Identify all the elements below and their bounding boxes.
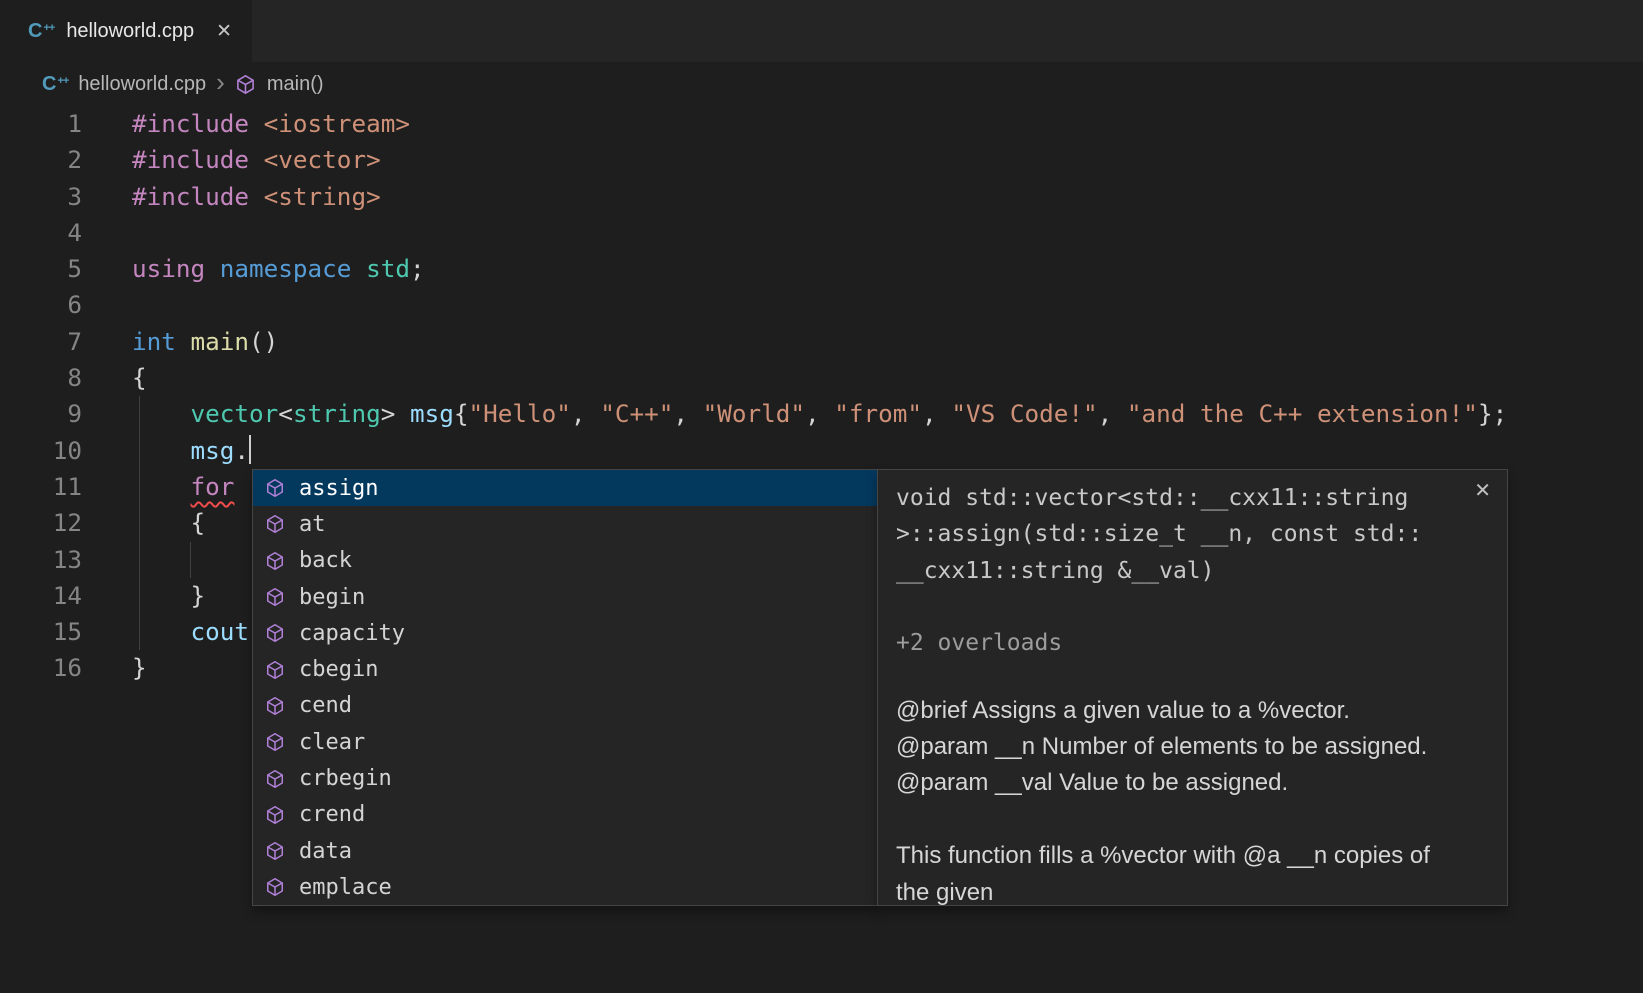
suggest-label: data (299, 839, 352, 864)
doc-signature: void std::vector<std::__cxx11::string>::… (896, 480, 1487, 589)
line-number: 4 (0, 215, 82, 251)
chevron-right-icon: › (216, 69, 225, 95)
method-icon (264, 513, 286, 535)
suggest-label: crbegin (299, 766, 392, 791)
breadcrumb-file[interactable]: helloworld.cpp (78, 73, 206, 96)
code-text: #include <string> (132, 179, 381, 215)
code-text: msg. (132, 433, 251, 469)
code-line[interactable]: 3 #include <string> (0, 179, 1643, 215)
code-text: int main() (132, 324, 278, 360)
tab-bar: C++ helloworld.cpp ✕ (0, 0, 1643, 62)
suggest-item-capacity[interactable]: capacity (253, 615, 877, 651)
suggest-item-data[interactable]: data (253, 833, 877, 869)
code-line[interactable]: 5 using namespace std; (0, 251, 1643, 287)
method-icon (264, 659, 286, 681)
code-text: #include <vector> (132, 142, 381, 178)
suggest-item-at[interactable]: at (253, 506, 877, 542)
code-line[interactable]: 8{ (0, 360, 1643, 396)
suggest-item-emplace[interactable]: emplace (253, 869, 877, 905)
code-text: #include <iostream> (132, 106, 410, 142)
editor[interactable]: 1 #include <iostream> 2 #include <vector> 3 #… (0, 106, 1643, 993)
line-number: 3 (0, 179, 82, 215)
line-number: 6 (0, 287, 82, 323)
line-number: 5 (0, 251, 82, 287)
code-text: for (132, 469, 234, 505)
method-icon (264, 550, 286, 572)
suggest-item-begin[interactable]: begin (253, 579, 877, 615)
suggest-label: cend (299, 693, 352, 718)
code-line[interactable]: 4 (0, 215, 1643, 251)
line-number: 12 (0, 505, 82, 541)
suggest-label: emplace (299, 875, 392, 900)
doc-description: @brief Assigns a given value to a %vecto… (896, 693, 1487, 906)
suggest-item-assign[interactable]: assign (253, 470, 877, 506)
suggest-label: clear (299, 730, 365, 755)
method-icon (264, 840, 286, 862)
code-line[interactable]: 9 vector<string> msg{"Hello", "C++", "Wo… (0, 396, 1643, 432)
method-icon (264, 695, 286, 717)
code-line[interactable]: 2 #include <vector> (0, 142, 1643, 178)
method-icon (264, 586, 286, 608)
line-number: 13 (0, 542, 82, 578)
code-text: { (132, 360, 147, 396)
code-text: vector<string> msg{"Hello", "C++", "Worl… (132, 396, 1507, 432)
suggest-item-cbegin[interactable]: cbegin (253, 651, 877, 687)
code-text: } (132, 650, 147, 686)
method-icon (235, 73, 257, 95)
method-icon (264, 477, 286, 499)
suggest-widget: assign at back begin capacity cbegin cend clear… (252, 469, 878, 906)
line-number: 16 (0, 650, 82, 686)
line-number: 8 (0, 360, 82, 396)
cpp-file-icon: C++ (42, 74, 68, 94)
close-icon[interactable]: ✕ (1474, 478, 1491, 503)
suggest-label: assign (299, 476, 378, 501)
code-text: using namespace std; (132, 251, 425, 287)
code-text: } (132, 578, 205, 614)
suggest-item-back[interactable]: back (253, 543, 877, 579)
line-number: 1 (0, 106, 82, 142)
code-line[interactable]: 10 msg. (0, 433, 1643, 469)
method-icon (264, 768, 286, 790)
suggest-label: at (299, 512, 326, 537)
code-line[interactable]: 1 #include <iostream> (0, 106, 1643, 142)
cpp-file-icon: C++ (28, 21, 54, 41)
suggest-item-clear[interactable]: clear (253, 724, 877, 760)
suggest-label: crend (299, 802, 365, 827)
suggest-item-crend[interactable]: crend (253, 797, 877, 833)
line-number: 9 (0, 396, 82, 432)
suggest-label: back (299, 548, 352, 573)
indent-guide (190, 542, 191, 578)
method-icon (264, 731, 286, 753)
breadcrumb: C++ helloworld.cpp › main() (0, 62, 1643, 106)
line-number: 11 (0, 469, 82, 505)
line-number: 2 (0, 142, 82, 178)
line-number: 15 (0, 614, 82, 650)
breadcrumb-symbol[interactable]: main() (267, 73, 324, 96)
doc-overloads: +2 overloads (896, 625, 1487, 661)
code-line[interactable]: 6 (0, 287, 1643, 323)
indent-guide (139, 396, 140, 650)
suggest-label: cbegin (299, 657, 378, 682)
line-number: 7 (0, 324, 82, 360)
suggest-item-cend[interactable]: cend (253, 688, 877, 724)
suggest-label: begin (299, 585, 365, 610)
method-icon (264, 804, 286, 826)
method-icon (264, 876, 286, 898)
line-number: 10 (0, 433, 82, 469)
suggest-list: assign at back begin capacity cbegin cend clear… (253, 470, 877, 906)
code-line[interactable]: 7 int main() (0, 324, 1643, 360)
code-text: cout (132, 614, 249, 650)
method-icon (264, 622, 286, 644)
suggest-label: capacity (299, 621, 405, 646)
line-number: 14 (0, 578, 82, 614)
tab-helloworld-cpp[interactable]: C++ helloworld.cpp ✕ (0, 0, 252, 62)
doc-popup: ✕ void std::vector<std::__cxx11::string>… (877, 469, 1508, 906)
tab-close-icon[interactable]: ✕ (216, 20, 232, 43)
code-text: { (132, 505, 205, 541)
tab-title: helloworld.cpp (66, 20, 194, 43)
suggest-item-crbegin[interactable]: crbegin (253, 760, 877, 796)
text-cursor (249, 435, 251, 464)
